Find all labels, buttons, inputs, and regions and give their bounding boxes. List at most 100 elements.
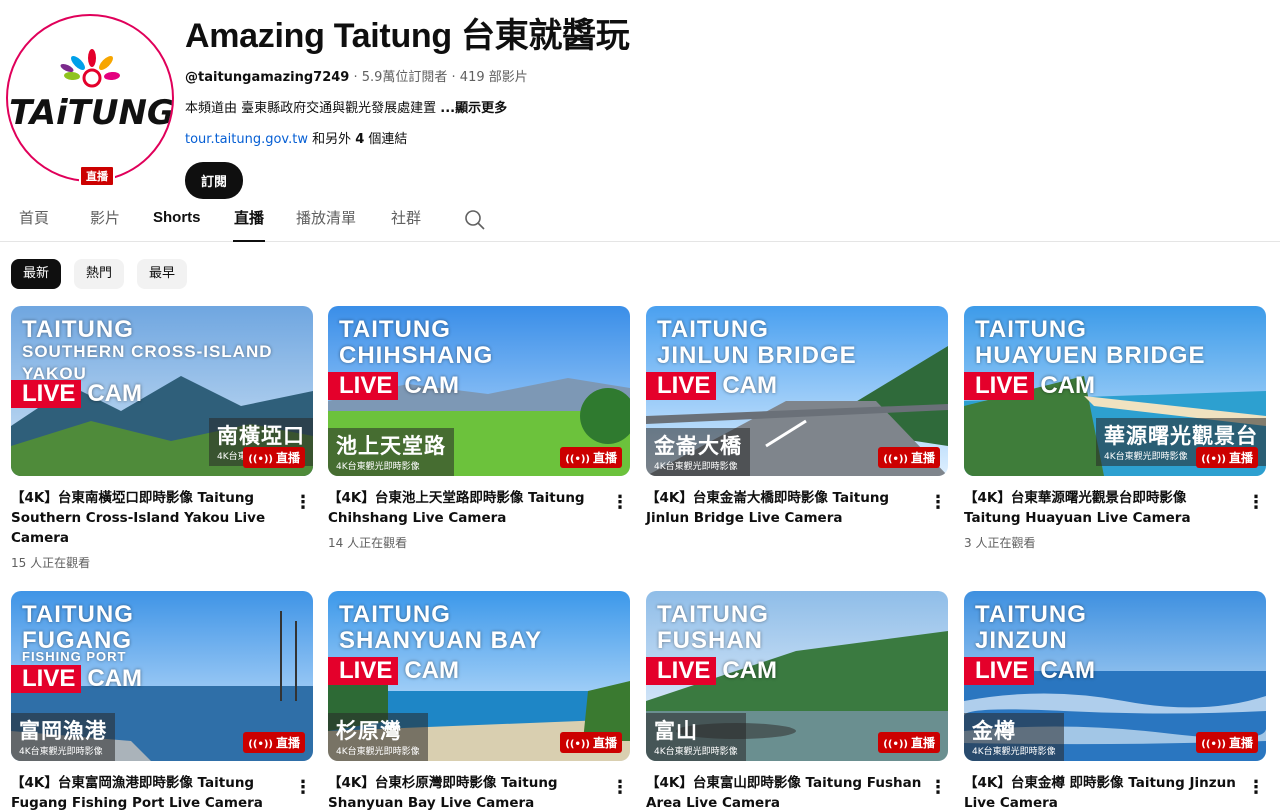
channel-avatar[interactable]: TAiTUNG 直播 bbox=[6, 14, 174, 187]
search-icon[interactable] bbox=[463, 208, 487, 232]
video-title[interactable]: 【4K】台東富山即時影像 Taitung Fushan Area Live Ca… bbox=[646, 773, 922, 811]
thumb-live-text: LIVE bbox=[11, 665, 82, 693]
more-actions-icon[interactable]: ⋮ bbox=[610, 775, 630, 799]
video-card[interactable]: TAITUNG CHIHSHANG LIVE CAM 池上天堂路 4K台東觀光即時影… bbox=[328, 306, 630, 551]
tab-videos[interactable]: 影片 bbox=[90, 200, 120, 242]
thumb-cam-text: CAM bbox=[404, 372, 459, 399]
video-title[interactable]: 【4K】台東南橫埡口即時影像 Taitung Southern Cross-Is… bbox=[11, 488, 287, 548]
channel-info: Amazing Taitung 台東就醬玩 @taitungamazing724… bbox=[185, 8, 630, 199]
video-title[interactable]: 【4K】台東池上天堂路即時影像 Taitung Chihshang Live C… bbox=[328, 488, 604, 528]
video-card[interactable]: TAITUNG SOUTHERN CROSS-ISLAND YAKOU LIVE CA… bbox=[11, 306, 313, 571]
taitung-logo: TAiTUNG bbox=[9, 49, 172, 133]
more-links-prefix: 和另外 bbox=[307, 132, 356, 147]
video-title[interactable]: 【4K】台東金崙大橋即時影像 Taitung Jinlun Bridge Liv… bbox=[646, 488, 922, 528]
video-thumbnail[interactable]: TAITUNG FUSHAN LIVE CAM 富山 4K台東觀光即時影像 ((•)… bbox=[646, 591, 948, 761]
live-now-badge: ((•)) 直播 bbox=[560, 447, 622, 468]
show-more-link[interactable]: ...顯示更多 bbox=[440, 101, 507, 116]
video-card[interactable]: TAITUNG SHANYUAN BAY LIVE CAM 杉原灣 4K台東觀光即時… bbox=[328, 591, 630, 811]
more-actions-icon[interactable]: ⋮ bbox=[1246, 490, 1266, 514]
thumb-location-name: 金樽 bbox=[972, 719, 1016, 743]
more-actions-icon[interactable]: ⋮ bbox=[293, 490, 313, 514]
live-now-badge: ((•)) 直播 bbox=[1196, 447, 1258, 468]
video-thumbnail[interactable]: TAITUNG HUAYUEN BRIDGE LIVE CAM 華源曙光觀景台 4K… bbox=[964, 306, 1266, 476]
tab-playlists[interactable]: 播放清單 bbox=[296, 200, 356, 242]
live-now-label: 直播 bbox=[275, 451, 300, 465]
thumb-live-cam: LIVE CAM bbox=[964, 372, 1095, 400]
thumb-title-line: JINZUN bbox=[975, 627, 1068, 654]
video-thumbnail[interactable]: TAITUNG FUGANG FISHING PORT LIVE CAM 富岡漁港 4… bbox=[11, 591, 313, 761]
live-now-label: 直播 bbox=[275, 736, 300, 750]
live-now-label: 直播 bbox=[910, 736, 935, 750]
thumb-title-line: TAITUNG bbox=[339, 316, 451, 343]
thumb-cam-text: CAM bbox=[404, 657, 459, 684]
more-actions-icon[interactable]: ⋮ bbox=[293, 775, 313, 799]
channel-link-url[interactable]: tour.taitung.gov.tw bbox=[185, 132, 308, 147]
thumb-location-name: 富岡漁港 bbox=[19, 719, 107, 743]
thumb-live-cam: LIVE CAM bbox=[964, 657, 1095, 685]
thumb-live-cam: LIVE CAM bbox=[11, 380, 142, 408]
thumb-live-text: LIVE bbox=[328, 657, 399, 685]
video-card[interactable]: TAITUNG HUAYUEN BRIDGE LIVE CAM 華源曙光觀景台 4K… bbox=[964, 306, 1266, 551]
thumb-title-line: TAITUNG bbox=[975, 316, 1087, 343]
more-actions-icon[interactable]: ⋮ bbox=[610, 490, 630, 514]
live-now-label: 直播 bbox=[1228, 736, 1253, 750]
thumb-location-name: 華源曙光觀景台 bbox=[1104, 424, 1258, 448]
channel-description[interactable]: 本頻道由 臺東縣政府交通與觀光發展處建置 ...顯示更多 bbox=[185, 97, 630, 116]
thumb-title-line: JINLUN BRIDGE bbox=[657, 342, 857, 369]
tab-community[interactable]: 社群 bbox=[391, 200, 421, 242]
thumb-location-name: 池上天堂路 bbox=[336, 434, 446, 458]
video-thumbnail[interactable]: TAITUNG JINZUN LIVE CAM 金樽 4K台東觀光即時影像 ((•)… bbox=[964, 591, 1266, 761]
tab-shorts[interactable]: Shorts bbox=[153, 200, 201, 242]
thumb-location-sub: 4K台東觀光即時影像 bbox=[19, 747, 103, 757]
video-card[interactable]: TAITUNG FUGANG FISHING PORT LIVE CAM 富岡漁港 4… bbox=[11, 591, 313, 811]
thumb-location-box: 富山 4K台東觀光即時影像 bbox=[646, 713, 746, 761]
tab-home[interactable]: 首頁 bbox=[19, 200, 49, 242]
video-title[interactable]: 【4K】台東杉原灣即時影像 Taitung Shanyuan Bay Live … bbox=[328, 773, 604, 811]
thumb-live-cam: LIVE CAM bbox=[328, 372, 459, 400]
video-viewers: 3 人正在觀看 bbox=[964, 536, 1036, 550]
live-now-badge: ((•)) 直播 bbox=[243, 447, 305, 468]
thumb-cam-text: CAM bbox=[722, 372, 777, 399]
broadcast-icon: ((•)) bbox=[1201, 739, 1226, 750]
more-actions-icon[interactable]: ⋮ bbox=[1246, 775, 1266, 799]
thumb-location-name: 南橫埡口 bbox=[217, 424, 305, 448]
live-now-label: 直播 bbox=[910, 451, 935, 465]
thumb-title-line: SHANYUAN BAY bbox=[339, 627, 543, 654]
video-card[interactable]: TAITUNG FUSHAN LIVE CAM 富山 4K台東觀光即時影像 ((•)… bbox=[646, 591, 948, 811]
thumb-title-line: FUSHAN bbox=[657, 627, 763, 654]
thumb-title-line: TAITUNG bbox=[339, 601, 451, 628]
more-links[interactable]: 和另外 4 個連結 bbox=[308, 132, 407, 147]
chip-popular[interactable]: 熱門 bbox=[74, 259, 125, 289]
video-title[interactable]: 【4K】台東富岡漁港即時影像 Taitung Fugang Fishing Po… bbox=[11, 773, 287, 811]
chip-latest[interactable]: 最新 bbox=[11, 259, 62, 289]
video-card[interactable]: TAITUNG JINZUN LIVE CAM 金樽 4K台東觀光即時影像 ((•)… bbox=[964, 591, 1266, 811]
thumb-location-sub: 4K台東觀光即時影像 bbox=[654, 462, 738, 472]
video-title[interactable]: 【4K】台東華源曙光觀景台即時影像 Taitung Huayuan Live C… bbox=[964, 488, 1240, 528]
broadcast-icon: ((•)) bbox=[883, 454, 908, 465]
more-actions-icon[interactable]: ⋮ bbox=[928, 490, 948, 514]
video-thumbnail[interactable]: TAITUNG SHANYUAN BAY LIVE CAM 杉原灣 4K台東觀光即時… bbox=[328, 591, 630, 761]
live-now-label: 直播 bbox=[1228, 451, 1253, 465]
subscribe-button[interactable]: 訂閱 bbox=[185, 162, 244, 199]
chip-oldest[interactable]: 最早 bbox=[137, 259, 188, 289]
channel-meta: @taitungamazing7249 · 5.9萬位訂閱者 · 419 部影片 bbox=[185, 66, 630, 85]
thumb-live-text: LIVE bbox=[11, 380, 82, 408]
video-card[interactable]: TAITUNG JINLUN BRIDGE LIVE CAM 金崙大橋 4K台東觀光… bbox=[646, 306, 948, 534]
channel-links: tour.taitung.gov.tw 和另外 4 個連結 bbox=[185, 128, 630, 147]
tab-live[interactable]: 直播 bbox=[233, 200, 266, 242]
live-now-label: 直播 bbox=[592, 451, 617, 465]
video-thumbnail[interactable]: TAITUNG JINLUN BRIDGE LIVE CAM 金崙大橋 4K台東觀光… bbox=[646, 306, 948, 476]
thumb-live-text: LIVE bbox=[964, 657, 1035, 685]
avatar[interactable]: TAiTUNG bbox=[6, 14, 174, 182]
video-thumbnail[interactable]: TAITUNG CHIHSHANG LIVE CAM 池上天堂路 4K台東觀光即時影… bbox=[328, 306, 630, 476]
thumb-cam-text: CAM bbox=[87, 665, 142, 692]
thumb-live-cam: LIVE CAM bbox=[328, 657, 459, 685]
thumb-live-cam: LIVE CAM bbox=[646, 372, 777, 400]
more-actions-icon[interactable]: ⋮ bbox=[928, 775, 948, 799]
thumb-live-text: LIVE bbox=[646, 372, 717, 400]
thumb-title-line: TAITUNG bbox=[22, 316, 134, 343]
video-title[interactable]: 【4K】台東金樽 即時影像 Taitung Jinzun Live Camera bbox=[964, 773, 1240, 811]
thumb-cam-text: CAM bbox=[1040, 372, 1095, 399]
video-viewers: 14 人正在觀看 bbox=[328, 536, 408, 550]
video-thumbnail[interactable]: TAITUNG SOUTHERN CROSS-ISLAND YAKOU LIVE CA… bbox=[11, 306, 313, 476]
